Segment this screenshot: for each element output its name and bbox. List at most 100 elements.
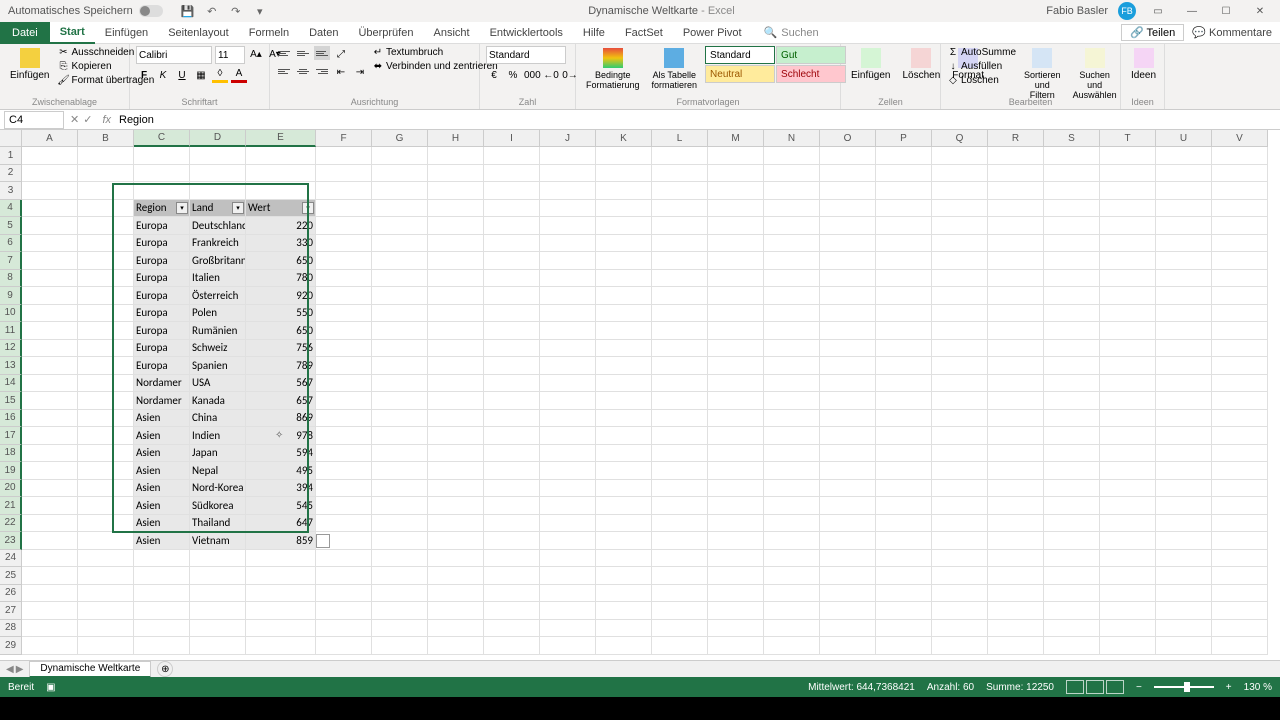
cell-S1[interactable] <box>1044 147 1100 165</box>
cell-S25[interactable] <box>1044 567 1100 585</box>
cell-U3[interactable] <box>1156 182 1212 200</box>
cell-N20[interactable] <box>764 480 820 498</box>
cell-E29[interactable] <box>246 637 316 655</box>
cell-E27[interactable] <box>246 602 316 620</box>
cell-B11[interactable] <box>78 322 134 340</box>
cell-R2[interactable] <box>988 165 1044 183</box>
cell-B22[interactable] <box>78 515 134 533</box>
cell-B21[interactable] <box>78 497 134 515</box>
cell-V2[interactable] <box>1212 165 1268 183</box>
cell-T29[interactable] <box>1100 637 1156 655</box>
cell-M22[interactable] <box>708 515 764 533</box>
cell-Q11[interactable] <box>932 322 988 340</box>
cell-F8[interactable] <box>316 270 372 288</box>
cell-D21[interactable]: Südkorea <box>190 497 246 515</box>
cell-K1[interactable] <box>596 147 652 165</box>
cell-V9[interactable] <box>1212 287 1268 305</box>
cell-I18[interactable] <box>484 445 540 463</box>
cell-J14[interactable] <box>540 375 596 393</box>
cell-C5[interactable]: Europa <box>134 217 190 235</box>
cell-C21[interactable]: Asien <box>134 497 190 515</box>
cell-H23[interactable] <box>428 532 484 550</box>
cell-J13[interactable] <box>540 357 596 375</box>
cell-E19[interactable]: 495 <box>246 462 316 480</box>
cell-K10[interactable] <box>596 305 652 323</box>
cell-F18[interactable] <box>316 445 372 463</box>
cell-D10[interactable]: Polen <box>190 305 246 323</box>
cell-T28[interactable] <box>1100 620 1156 638</box>
cell-U5[interactable] <box>1156 217 1212 235</box>
cell-B3[interactable] <box>78 182 134 200</box>
cell-B10[interactable] <box>78 305 134 323</box>
cell-H8[interactable] <box>428 270 484 288</box>
cell-G26[interactable] <box>372 585 428 603</box>
cell-I2[interactable] <box>484 165 540 183</box>
cell-F9[interactable] <box>316 287 372 305</box>
cell-I17[interactable] <box>484 427 540 445</box>
tab-entwicklertools[interactable]: Entwicklertools <box>480 22 573 44</box>
cell-N12[interactable] <box>764 340 820 358</box>
cell-B6[interactable] <box>78 235 134 253</box>
cell-R18[interactable] <box>988 445 1044 463</box>
cell-P23[interactable] <box>876 532 932 550</box>
cell-L2[interactable] <box>652 165 708 183</box>
cell-G5[interactable] <box>372 217 428 235</box>
style-gut[interactable]: Gut <box>776 46 846 64</box>
cell-U9[interactable] <box>1156 287 1212 305</box>
cell-K13[interactable] <box>596 357 652 375</box>
cell-D7[interactable]: Großbritannien <box>190 252 246 270</box>
autosave-toggle[interactable] <box>139 5 163 17</box>
cell-J22[interactable] <box>540 515 596 533</box>
cell-G19[interactable] <box>372 462 428 480</box>
cell-I7[interactable] <box>484 252 540 270</box>
cell-B9[interactable] <box>78 287 134 305</box>
minimize-icon[interactable]: — <box>1180 0 1204 22</box>
cell-T13[interactable] <box>1100 357 1156 375</box>
cell-G23[interactable] <box>372 532 428 550</box>
tab-hilfe[interactable]: Hilfe <box>573 22 615 44</box>
cell-Q9[interactable] <box>932 287 988 305</box>
cell-O27[interactable] <box>820 602 876 620</box>
cell-J24[interactable] <box>540 550 596 568</box>
cell-M17[interactable] <box>708 427 764 445</box>
cell-K25[interactable] <box>596 567 652 585</box>
cell-L8[interactable] <box>652 270 708 288</box>
cell-H1[interactable] <box>428 147 484 165</box>
cell-N18[interactable] <box>764 445 820 463</box>
cell-G12[interactable] <box>372 340 428 358</box>
row-header-25[interactable]: 25 <box>0 567 22 585</box>
row-header-3[interactable]: 3 <box>0 182 22 200</box>
cell-Q8[interactable] <box>932 270 988 288</box>
cell-P4[interactable] <box>876 200 932 218</box>
cell-K14[interactable] <box>596 375 652 393</box>
close-icon[interactable]: ✕ <box>1248 0 1272 22</box>
cell-R25[interactable] <box>988 567 1044 585</box>
cell-J4[interactable] <box>540 200 596 218</box>
cell-K18[interactable] <box>596 445 652 463</box>
cell-V6[interactable] <box>1212 235 1268 253</box>
cell-B29[interactable] <box>78 637 134 655</box>
cell-K12[interactable] <box>596 340 652 358</box>
cell-C27[interactable] <box>134 602 190 620</box>
border-button[interactable]: ▦ <box>193 67 209 83</box>
cell-O14[interactable] <box>820 375 876 393</box>
find-select-button[interactable]: Suchen und Auswählen <box>1069 46 1121 102</box>
cell-T15[interactable] <box>1100 392 1156 410</box>
tab-daten[interactable]: Daten <box>299 22 348 44</box>
cell-Q3[interactable] <box>932 182 988 200</box>
cell-J3[interactable] <box>540 182 596 200</box>
cell-U10[interactable] <box>1156 305 1212 323</box>
cell-P9[interactable] <box>876 287 932 305</box>
cell-R3[interactable] <box>988 182 1044 200</box>
cell-F5[interactable] <box>316 217 372 235</box>
undo-icon[interactable]: ↶ <box>205 4 219 18</box>
row-header-29[interactable]: 29 <box>0 637 22 655</box>
cell-M23[interactable] <box>708 532 764 550</box>
cell-P14[interactable] <box>876 375 932 393</box>
cell-P13[interactable] <box>876 357 932 375</box>
cell-M27[interactable] <box>708 602 764 620</box>
cell-M15[interactable] <box>708 392 764 410</box>
row-header-12[interactable]: 12 <box>0 340 22 358</box>
cell-Q24[interactable] <box>932 550 988 568</box>
row-header-2[interactable]: 2 <box>0 165 22 183</box>
